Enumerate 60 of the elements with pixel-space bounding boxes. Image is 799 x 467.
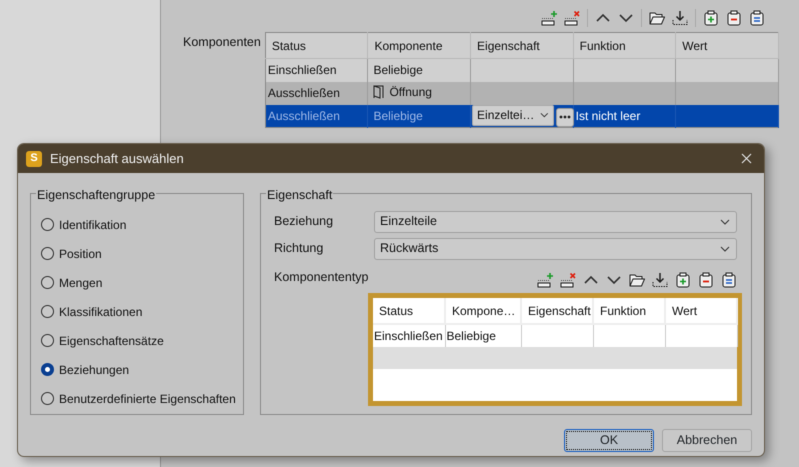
clipboard-minus-icon[interactable] xyxy=(726,10,742,26)
radio-button[interactable] xyxy=(41,305,54,318)
radio-label[interactable]: Identifikation xyxy=(59,216,126,234)
section-label: Komponenten xyxy=(183,34,261,49)
folder-icon[interactable] xyxy=(649,10,665,26)
remove-row-icon[interactable] xyxy=(564,10,580,26)
table-cell: Beliebige xyxy=(368,104,471,128)
table-cell: Ausschließen xyxy=(265,104,368,128)
chevron-down-icon xyxy=(720,244,730,254)
chevron-down-icon xyxy=(720,216,730,226)
app-icon: S xyxy=(26,150,42,166)
download-icon[interactable] xyxy=(652,272,668,288)
column-header[interactable]: Eigenschaft xyxy=(470,32,574,58)
radio-button[interactable] xyxy=(41,218,54,231)
column-header[interactable]: Wert xyxy=(676,32,778,58)
dropdown[interactable]: Rückwärts xyxy=(374,238,737,260)
clipboard-equals-icon[interactable] xyxy=(749,10,765,26)
clipboard-equals-icon[interactable] xyxy=(721,272,737,288)
column-header[interactable]: Wert xyxy=(665,298,737,324)
dialog-button[interactable]: OK xyxy=(564,429,654,452)
field-label: Komponententyp xyxy=(274,269,369,286)
clipboard-plus-icon[interactable] xyxy=(703,10,719,26)
door-icon xyxy=(373,84,386,98)
column-header[interactable]: Status xyxy=(265,32,368,58)
remove-row-icon[interactable] xyxy=(560,272,576,288)
column-header[interactable]: Funktion xyxy=(573,32,676,58)
radio-button[interactable] xyxy=(41,363,54,376)
table-cell: Ist nicht leer xyxy=(573,104,676,128)
radio-label[interactable]: Position xyxy=(59,244,102,262)
close-icon[interactable] xyxy=(741,153,752,164)
clipboard-plus-icon[interactable] xyxy=(675,272,691,288)
window-title: Eigenschaft auswählen xyxy=(50,150,185,168)
radio-label[interactable]: Mengen xyxy=(59,274,102,292)
radio-button[interactable] xyxy=(41,392,54,405)
radio-label[interactable]: Benutzerdefinierte Eigenschaften xyxy=(59,390,236,408)
radio-label[interactable]: Beziehungen xyxy=(59,360,130,378)
dropdown[interactable]: Einzelteile xyxy=(374,210,737,232)
chevron-down-icon xyxy=(540,110,550,120)
column-header[interactable]: Status xyxy=(373,298,445,324)
column-header[interactable]: Komponente xyxy=(368,32,471,58)
dialog-button[interactable]: Abbrechen xyxy=(662,429,752,452)
more-button[interactable] xyxy=(556,108,574,127)
radio-button[interactable] xyxy=(41,276,54,289)
field-label: Beziehung xyxy=(274,213,334,230)
radio-label[interactable]: Klassifikationen xyxy=(59,302,142,320)
add-row-icon[interactable] xyxy=(541,10,557,26)
folder-icon[interactable] xyxy=(629,272,645,288)
radio-button[interactable] xyxy=(41,334,54,347)
clipboard-minus-icon[interactable] xyxy=(698,272,714,288)
column-header[interactable]: Kompone… xyxy=(445,298,521,324)
radio-button[interactable] xyxy=(41,247,54,260)
add-row-icon[interactable] xyxy=(537,272,553,288)
column-header[interactable]: Funktion xyxy=(593,298,665,324)
field-label: Richtung xyxy=(274,240,324,258)
table-cell-text: Öffnung xyxy=(389,84,432,100)
column-header[interactable]: Eigenschaft xyxy=(521,298,593,324)
more-icon xyxy=(559,115,572,120)
dropdown[interactable]: Einzeltei… xyxy=(472,104,554,126)
radio-label[interactable]: Eigenschaftensätze xyxy=(59,332,164,350)
download-icon[interactable] xyxy=(672,10,688,26)
